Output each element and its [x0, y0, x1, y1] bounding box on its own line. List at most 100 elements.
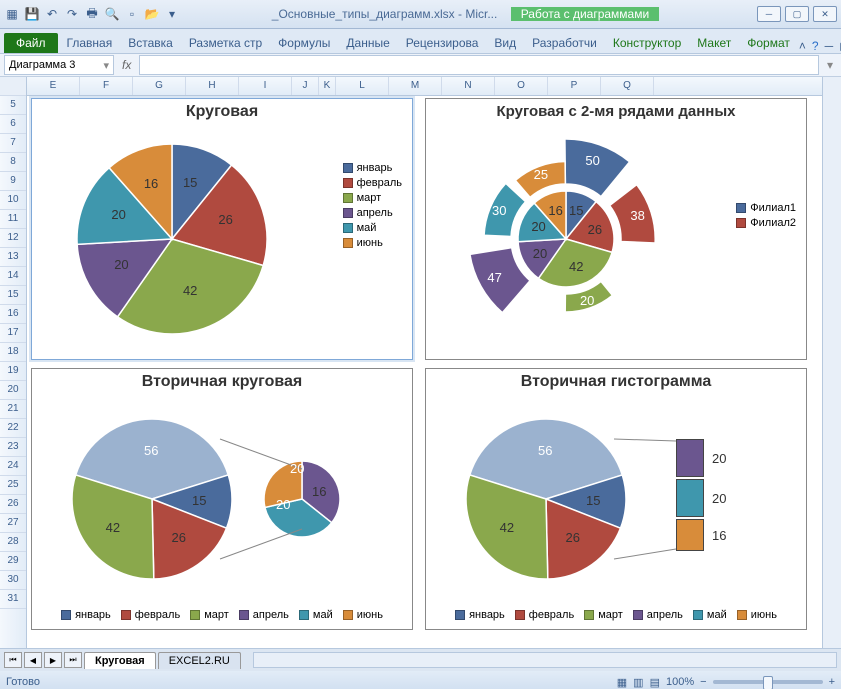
tab-developer[interactable]: Разработчи — [525, 32, 604, 53]
data-label: 15 — [569, 203, 583, 218]
row-header[interactable]: 25 — [0, 476, 26, 495]
row-header[interactable]: 8 — [0, 153, 26, 172]
zoom-slider[interactable] — [713, 680, 823, 684]
tab-review[interactable]: Рецензирова — [399, 32, 486, 53]
sheet-tab-active[interactable]: Круговая — [84, 652, 156, 669]
zoom-out-icon[interactable]: − — [700, 676, 706, 688]
sheet-tab[interactable]: EXCEL2.RU — [158, 652, 241, 669]
data-label: 20 — [290, 461, 304, 476]
row-header[interactable]: 31 — [0, 590, 26, 609]
vertical-scrollbar[interactable] — [822, 77, 841, 648]
tab-view[interactable]: Вид — [487, 32, 523, 53]
tab-insert[interactable]: Вставка — [121, 32, 180, 53]
col-header[interactable]: J — [292, 77, 319, 95]
legend-item: январь — [455, 609, 505, 621]
zoom-level[interactable]: 100% — [666, 676, 694, 688]
tab-home[interactable]: Главная — [60, 32, 120, 53]
legend-item: май — [299, 609, 333, 621]
row-header[interactable]: 24 — [0, 457, 26, 476]
col-header[interactable]: M — [389, 77, 442, 95]
col-header[interactable]: Q — [601, 77, 654, 95]
qat-more-icon[interactable]: ▾ — [164, 6, 180, 22]
cells-area[interactable]: Круговая январьфевральмартапрельмайиюнь … — [27, 96, 822, 648]
row-header[interactable]: 18 — [0, 343, 26, 362]
maximize-button[interactable]: ▢ — [785, 6, 809, 22]
view-normal-icon[interactable]: ▦ — [617, 676, 627, 689]
tab-format[interactable]: Формат — [740, 32, 797, 53]
doc-min-icon[interactable]: ─ — [825, 39, 834, 53]
new-icon[interactable]: ▫ — [124, 6, 140, 22]
view-layout-icon[interactable]: ▥ — [633, 676, 643, 689]
chart-title: Круговая — [32, 99, 412, 125]
chart-pie-simple[interactable]: Круговая январьфевральмартапрельмайиюнь … — [31, 98, 413, 360]
legend-item: февраль — [515, 609, 574, 621]
tab-design[interactable]: Конструктор — [606, 32, 688, 53]
help-icon[interactable]: ? — [812, 39, 819, 53]
row-header[interactable]: 15 — [0, 286, 26, 305]
fx-icon[interactable]: fx — [118, 58, 135, 72]
row-header[interactable]: 21 — [0, 400, 26, 419]
row-header[interactable]: 9 — [0, 172, 26, 191]
bar-apr — [676, 439, 704, 477]
row-header[interactable]: 7 — [0, 134, 26, 153]
col-header[interactable]: I — [239, 77, 292, 95]
tab-chart-layout[interactable]: Макет — [690, 32, 738, 53]
row-header[interactable]: 29 — [0, 552, 26, 571]
col-header[interactable]: E — [27, 77, 80, 95]
col-header[interactable]: P — [548, 77, 601, 95]
row-header[interactable]: 26 — [0, 495, 26, 514]
col-header[interactable]: H — [186, 77, 239, 95]
col-header[interactable]: O — [495, 77, 548, 95]
open-icon[interactable]: 📂 — [144, 6, 160, 22]
preview-icon[interactable]: 🔍 — [104, 6, 120, 22]
tab-formulas[interactable]: Формулы — [271, 32, 337, 53]
col-header[interactable]: L — [336, 77, 389, 95]
col-header[interactable]: F — [80, 77, 133, 95]
redo-icon[interactable]: ↷ — [64, 6, 80, 22]
formula-input[interactable] — [139, 55, 819, 75]
sheet-nav-prev[interactable]: ◀ — [24, 652, 42, 668]
save-icon[interactable]: 💾 — [24, 6, 40, 22]
col-header[interactable]: K — [319, 77, 336, 95]
print-icon[interactable]: 🖶 — [84, 6, 100, 22]
expand-formula-icon[interactable]: ▾ — [823, 58, 837, 72]
row-header[interactable]: 17 — [0, 324, 26, 343]
horizontal-scrollbar[interactable] — [253, 652, 837, 668]
worksheet: 5678910111213141516171819202122232425262… — [0, 77, 841, 648]
view-break-icon[interactable]: ▤ — [650, 676, 660, 689]
data-label: 20 — [580, 293, 594, 308]
row-header[interactable]: 27 — [0, 514, 26, 533]
row-header[interactable]: 10 — [0, 191, 26, 210]
zoom-in-icon[interactable]: + — [829, 676, 835, 688]
row-header[interactable]: 30 — [0, 571, 26, 590]
minimize-ribbon-icon[interactable]: ˄ — [799, 39, 806, 53]
sheet-nav-next[interactable]: ▶ — [44, 652, 62, 668]
row-header[interactable]: 6 — [0, 115, 26, 134]
undo-icon[interactable]: ↶ — [44, 6, 60, 22]
chart-pie-two-series[interactable]: Круговая с 2-мя рядами данных Филиал1Фил… — [425, 98, 807, 360]
legend-item: Филиал1 — [736, 202, 796, 214]
tab-data[interactable]: Данные — [339, 32, 396, 53]
row-header[interactable]: 5 — [0, 96, 26, 115]
name-box[interactable]: Диаграмма 3▾ — [4, 55, 114, 75]
tab-layout[interactable]: Разметка стр — [182, 32, 269, 53]
minimize-button[interactable]: ─ — [757, 6, 781, 22]
row-header[interactable]: 23 — [0, 438, 26, 457]
row-header[interactable]: 22 — [0, 419, 26, 438]
row-header[interactable]: 12 — [0, 229, 26, 248]
close-button[interactable]: ✕ — [813, 6, 837, 22]
row-header[interactable]: 11 — [0, 210, 26, 229]
row-header[interactable]: 16 — [0, 305, 26, 324]
row-header[interactable]: 14 — [0, 267, 26, 286]
tab-file[interactable]: Файл — [4, 33, 58, 53]
row-header[interactable]: 13 — [0, 248, 26, 267]
col-header[interactable]: G — [133, 77, 186, 95]
chart-pie-of-pie[interactable]: Вторичная круговая 56152642201620 январь… — [31, 368, 413, 630]
sheet-nav-first[interactable]: ⏮ — [4, 652, 22, 668]
row-header[interactable]: 20 — [0, 381, 26, 400]
col-header[interactable]: N — [442, 77, 495, 95]
row-header[interactable]: 19 — [0, 362, 26, 381]
row-header[interactable]: 28 — [0, 533, 26, 552]
chart-bar-of-pie[interactable]: Вторичная гистограмма 20 20 16 56152642 … — [425, 368, 807, 630]
sheet-nav-last[interactable]: ⏭ — [64, 652, 82, 668]
